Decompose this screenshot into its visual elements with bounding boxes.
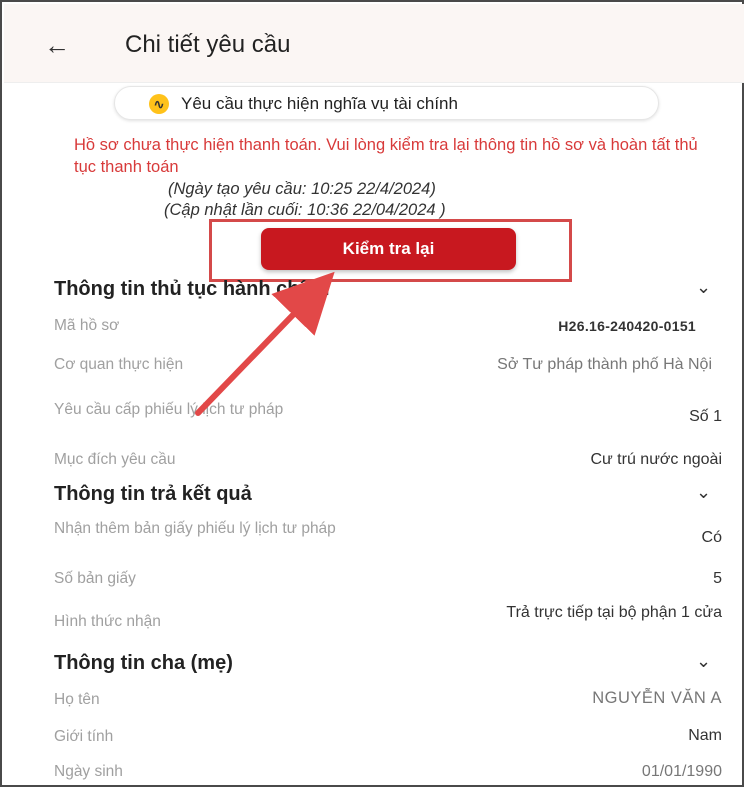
created-date: (Ngày tạo yêu cầu: 10:25 22/4/2024) (168, 180, 436, 198)
value-nhan-them: Có (701, 529, 722, 546)
value-ngay-sinh: 01/01/1990 (641, 763, 722, 780)
chevron-down-icon[interactable]: ⌄ (696, 651, 711, 672)
label-yeu-cau-cap: Yêu cầu cấp phiếu lý lịch tư pháp (54, 401, 284, 418)
label-muc-dich: Mục đích yêu cầu (54, 451, 176, 468)
status-pill-label: Yêu cầu thực hiện nghĩa vụ tài chính (181, 94, 458, 113)
section-title-admin: Thông tin thủ tục hành chính (54, 278, 330, 300)
value-gioi-tinh: Nam (688, 727, 722, 744)
label-hinh-thuc-nhan: Hình thức nhận (54, 613, 161, 630)
label-nhan-them: Nhận thêm bản giấy phiếu lý lịch tư pháp (54, 520, 336, 537)
app-header: ← Chi tiết yêu cầu (4, 4, 744, 83)
section-title-result: Thông tin trả kết quả (54, 483, 252, 505)
chevron-down-icon[interactable]: ⌄ (696, 277, 711, 298)
section-title-parent: Thông tin cha (mẹ) (54, 652, 233, 674)
app-screen: ← Chi tiết yêu cầu ∿ Yêu cầu thực hiện n… (0, 0, 744, 787)
label-so-ban-giay: Số bản giấy (54, 570, 136, 587)
label-gioi-tinh: Giới tính (54, 728, 114, 745)
label-ngay-sinh: Ngày sinh (54, 763, 123, 780)
page-title: Chi tiết yêu cầu (125, 31, 291, 58)
updated-date: (Cập nhật lần cuối: 10:36 22/04/2024 ) (164, 201, 446, 219)
status-pill: ∿ Yêu cầu thực hiện nghĩa vụ tài chính (114, 86, 659, 120)
value-hinh-thuc-nhan: Trả trực tiếp tại bộ phận 1 cửa (506, 604, 722, 621)
chevron-down-icon[interactable]: ⌄ (696, 482, 711, 503)
recheck-button[interactable]: Kiểm tra lại (261, 228, 516, 270)
label-ho-ten: Họ tên (54, 691, 100, 708)
value-muc-dich: Cư trú nước ngoài (590, 451, 722, 468)
wave-icon: ∿ (149, 94, 169, 114)
value-yeu-cau-cap: Số 1 (689, 408, 722, 425)
value-co-quan: Sở Tư pháp thành phố Hà Nội (497, 356, 712, 373)
label-ma-ho-so: Mã hồ sơ (54, 317, 120, 334)
value-ma-ho-so: H26.16-240420-0151 (558, 318, 696, 334)
payment-warning: Hồ sơ chưa thực hiện thanh toán. Vui lòn… (74, 136, 698, 176)
arrow-left-icon[interactable]: ← (44, 32, 70, 58)
label-co-quan: Cơ quan thực hiện (54, 356, 184, 373)
value-so-ban-giay: 5 (713, 570, 722, 587)
value-ho-ten: NGUYỄN VĂN A (592, 689, 722, 707)
